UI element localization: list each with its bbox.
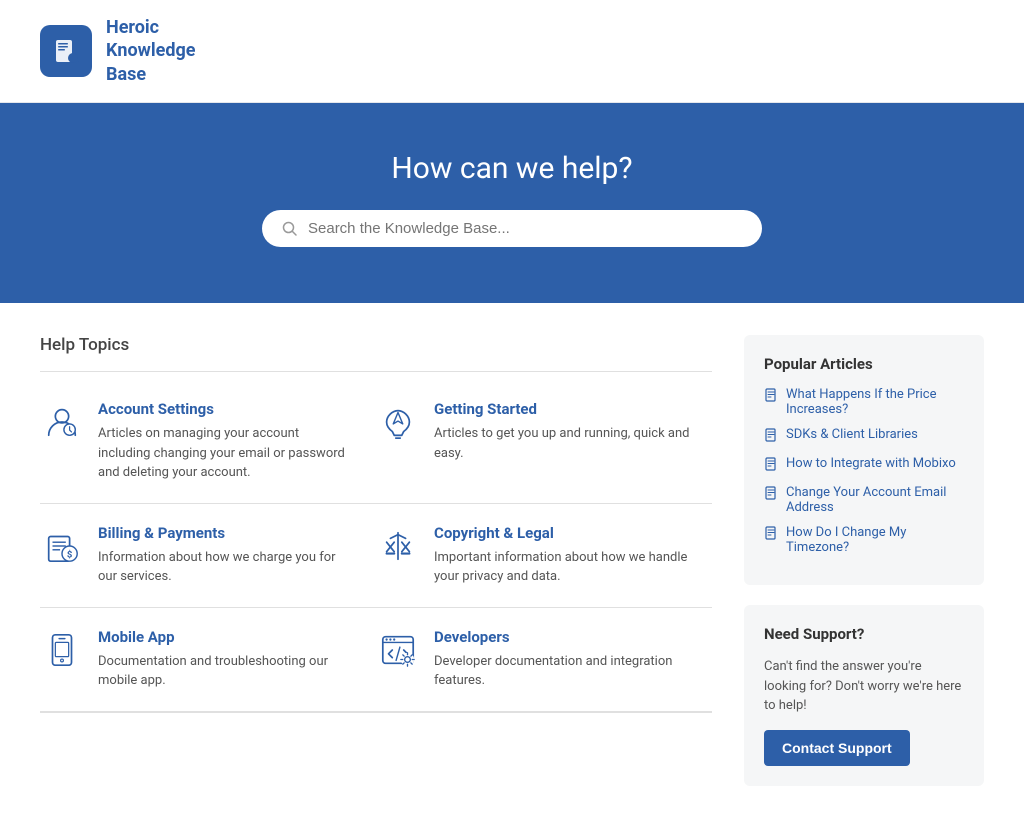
popular-articles-card: Popular Articles What Happens If the Pri… — [744, 335, 984, 585]
popular-article-item[interactable]: Change Your Account Email Address — [764, 485, 964, 515]
topics-divider — [40, 371, 712, 372]
popular-articles-list: What Happens If the Price Increases? SDK… — [764, 387, 964, 555]
legal-icon — [376, 524, 420, 568]
hero-section: How can we help? — [0, 103, 1024, 303]
topic-account-settings[interactable]: Account Settings Articles on managing yo… — [40, 380, 376, 504]
topics-grid: Account Settings Articles on managing yo… — [40, 380, 712, 712]
popular-article-item[interactable]: SDKs & Client Libraries — [764, 427, 964, 446]
legal-title: Copyright & Legal — [434, 524, 696, 542]
search-bar — [262, 210, 762, 247]
billing-desc: Information about how we charge you for … — [98, 548, 352, 587]
topic-billing[interactable]: $ Billing & Payments Information about h… — [40, 504, 376, 608]
article-doc-icon — [764, 388, 778, 406]
main-content: Help Topics Account Settings Articles on… — [0, 303, 1024, 838]
legal-text: Copyright & Legal Important information … — [434, 524, 696, 587]
popular-article-item[interactable]: How to Integrate with Mobixo — [764, 456, 964, 475]
right-sidebar: Popular Articles What Happens If the Pri… — [744, 335, 984, 806]
topic-developers[interactable]: Developers Developer documentation and i… — [376, 608, 712, 712]
search-input[interactable] — [308, 220, 742, 237]
svg-text:$: $ — [67, 549, 73, 560]
developers-icon — [376, 628, 420, 672]
header: Heroic Knowledge Base — [0, 0, 1024, 103]
article-link-label: Change Your Account Email Address — [786, 485, 964, 515]
hero-title: How can we help? — [20, 151, 1004, 186]
topic-mobile[interactable]: Mobile App Documentation and troubleshoo… — [40, 608, 376, 712]
article-doc-icon — [764, 428, 778, 446]
topic-legal[interactable]: Copyright & Legal Important information … — [376, 504, 712, 608]
help-topics-title: Help Topics — [40, 335, 712, 355]
popular-article-item[interactable]: What Happens If the Price Increases? — [764, 387, 964, 417]
developers-title: Developers — [434, 628, 696, 646]
left-column: Help Topics Account Settings Articles on… — [40, 335, 712, 806]
need-support-desc: Can't find the answer you're looking for… — [764, 657, 964, 716]
account-settings-desc: Articles on managing your account includ… — [98, 424, 352, 483]
getting-started-title: Getting Started — [434, 400, 696, 418]
popular-article-item[interactable]: How Do I Change My Timezone? — [764, 525, 964, 555]
article-doc-icon — [764, 526, 778, 544]
account-settings-icon — [40, 400, 84, 444]
billing-title: Billing & Payments — [98, 524, 352, 542]
getting-started-text: Getting Started Articles to get you up a… — [434, 400, 696, 463]
getting-started-desc: Articles to get you up and running, quic… — [434, 424, 696, 463]
need-support-title: Need Support? — [764, 625, 964, 643]
account-settings-text: Account Settings Articles on managing yo… — [98, 400, 352, 483]
article-link-label: How to Integrate with Mobixo — [786, 456, 956, 471]
billing-text: Billing & Payments Information about how… — [98, 524, 352, 587]
getting-started-icon — [376, 400, 420, 444]
topic-getting-started[interactable]: Getting Started Articles to get you up a… — [376, 380, 712, 504]
article-doc-icon — [764, 457, 778, 475]
topics-bottom-divider — [40, 712, 712, 713]
developers-text: Developers Developer documentation and i… — [434, 628, 696, 691]
account-settings-title: Account Settings — [98, 400, 352, 418]
need-support-card: Need Support? Can't find the answer you'… — [744, 605, 984, 786]
logo-icon — [40, 25, 92, 77]
mobile-title: Mobile App — [98, 628, 352, 646]
mobile-desc: Documentation and troubleshooting our mo… — [98, 652, 352, 691]
logo-text: Heroic Knowledge Base — [106, 16, 195, 86]
article-link-label: SDKs & Client Libraries — [786, 427, 918, 442]
legal-desc: Important information about how we handl… — [434, 548, 696, 587]
popular-articles-title: Popular Articles — [764, 355, 964, 373]
developers-desc: Developer documentation and integration … — [434, 652, 696, 691]
search-icon — [282, 221, 298, 237]
contact-support-button[interactable]: Contact Support — [764, 730, 910, 766]
billing-icon: $ — [40, 524, 84, 568]
article-link-label: What Happens If the Price Increases? — [786, 387, 964, 417]
mobile-text: Mobile App Documentation and troubleshoo… — [98, 628, 352, 691]
article-link-label: How Do I Change My Timezone? — [786, 525, 964, 555]
mobile-icon — [40, 628, 84, 672]
article-doc-icon — [764, 486, 778, 504]
